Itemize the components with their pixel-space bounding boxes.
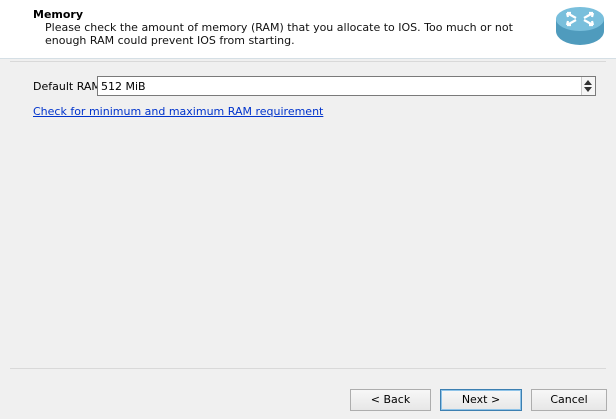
cancel-button[interactable]: Cancel: [531, 389, 607, 411]
page-title: Memory: [33, 8, 84, 21]
check-ram-requirement-link[interactable]: Check for minimum and maximum RAM requir…: [33, 105, 323, 118]
default-ram-spinbox[interactable]: [97, 76, 596, 96]
spin-up-icon[interactable]: [584, 80, 592, 85]
default-ram-label: Default RAM:: [33, 80, 105, 93]
next-button[interactable]: Next >: [440, 389, 522, 411]
wizard-header: Memory Please check the amount of memory…: [0, 0, 616, 59]
page-subtitle: Please check the amount of memory (RAM) …: [45, 21, 513, 47]
footer-divider: [10, 368, 606, 369]
spin-down-icon[interactable]: [584, 87, 592, 92]
ram-spin-buttons[interactable]: [581, 77, 595, 95]
back-button[interactable]: < Back: [350, 389, 431, 411]
router-icon: [556, 7, 604, 45]
default-ram-input[interactable]: [101, 77, 571, 95]
